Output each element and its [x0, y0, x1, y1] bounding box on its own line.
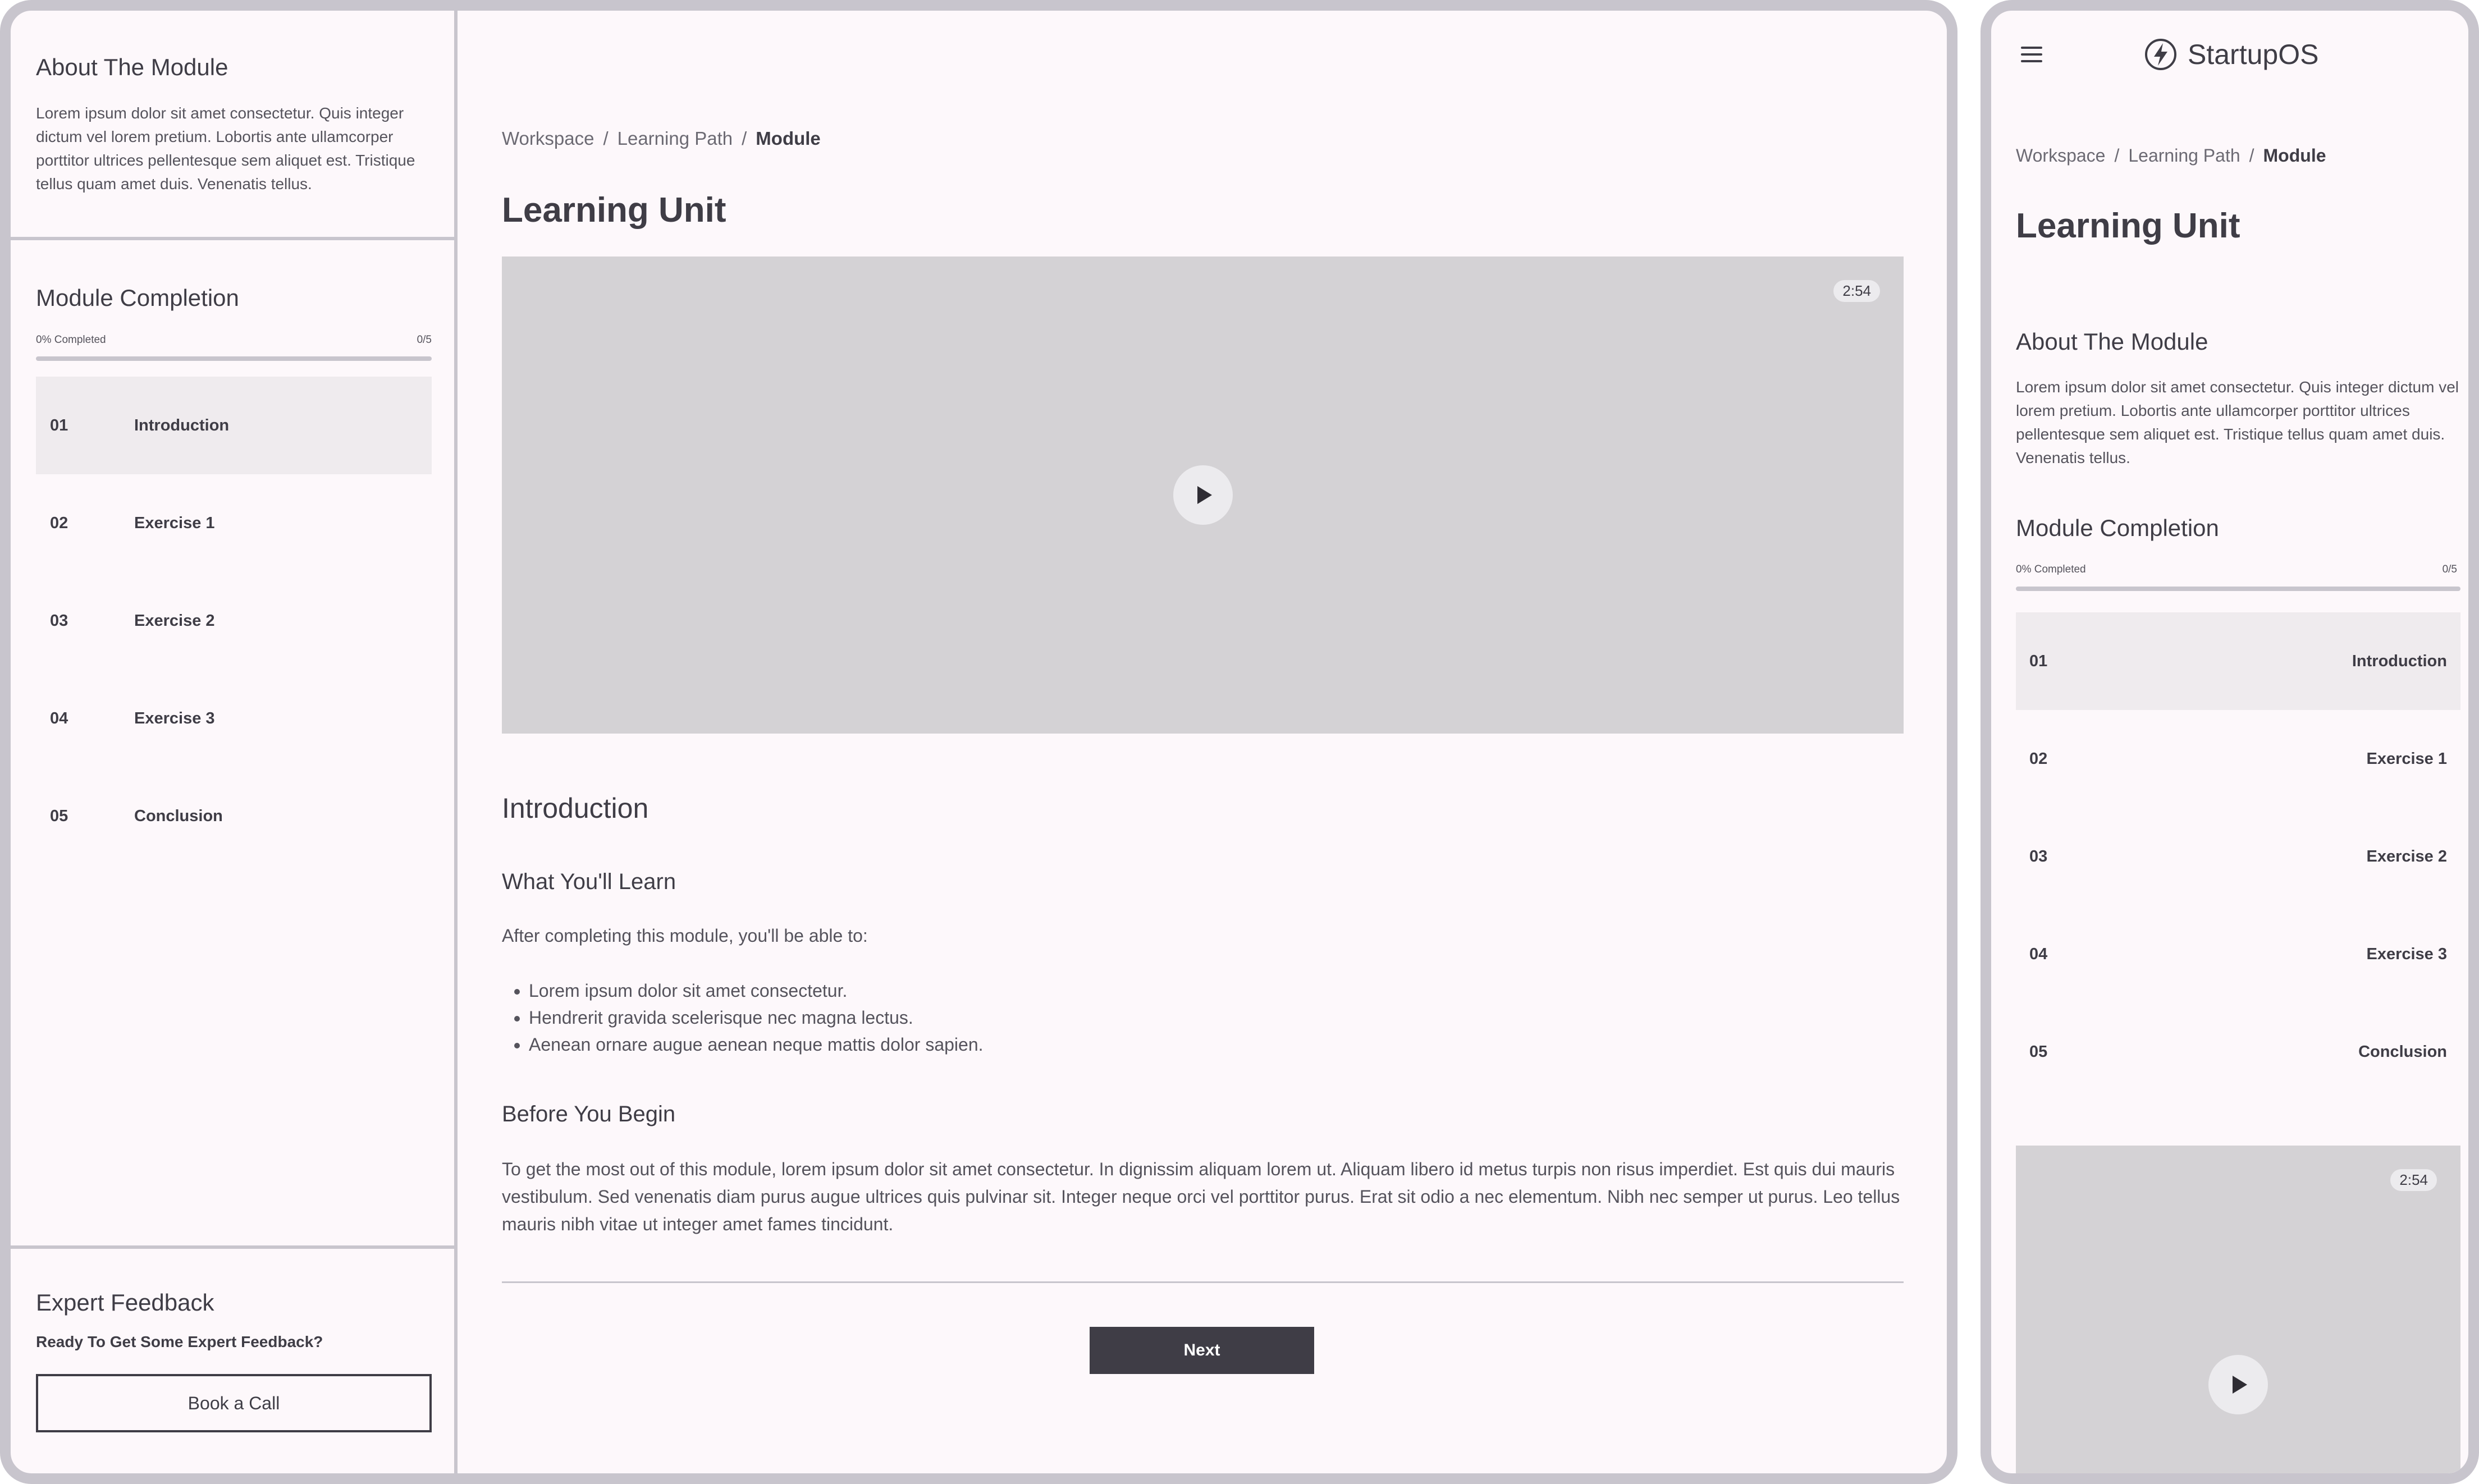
unit-number: 03 — [2029, 848, 2048, 865]
about-text: Lorem ipsum dolor sit amet consectetur. … — [2016, 378, 2459, 466]
feedback-title: Expert Feedback — [36, 1289, 214, 1316]
unit-item-exercise-3[interactable]: 04 Exercise 3 — [2016, 905, 2460, 1003]
learn-intro: After completing this module, you'll be … — [502, 926, 868, 946]
play-icon[interactable] — [1173, 465, 1233, 525]
breadcrumb-module: Module — [756, 128, 821, 149]
breadcrumb-separator: / — [742, 128, 747, 149]
play-icon[interactable] — [2208, 1355, 2268, 1414]
content-divider — [502, 1281, 1904, 1283]
unit-label: Exercise 3 — [134, 709, 215, 727]
feedback-prompt: Ready To Get Some Expert Feedback? — [36, 1333, 323, 1350]
unit-label: Exercise 1 — [2366, 750, 2447, 768]
unit-label: Introduction — [2352, 652, 2447, 670]
unit-label: Conclusion — [134, 807, 223, 825]
completion-count-label: 0/5 — [417, 334, 432, 346]
unit-item-exercise-2[interactable]: 03 Exercise 2 — [2016, 808, 2460, 905]
unit-number: 02 — [50, 514, 68, 532]
breadcrumb-separator: / — [603, 128, 609, 149]
about-text: Lorem ipsum dolor sit amet consectetur. … — [36, 104, 415, 193]
video-duration-badge: 2:54 — [1833, 280, 1880, 302]
page-title: Learning Unit — [502, 191, 726, 230]
completion-title: Module Completion — [2016, 515, 2219, 541]
unit-item-exercise-1[interactable]: 02 Exercise 1 — [2016, 710, 2460, 808]
brand-logo[interactable]: StartupOS — [2144, 36, 2318, 72]
unit-number: 04 — [50, 709, 68, 727]
unit-item-exercise-2[interactable]: 03 Exercise 2 — [36, 572, 432, 670]
list-item: Aenean ornare augue aenean neque mattis … — [529, 1031, 984, 1058]
unit-label: Exercise 3 — [2366, 945, 2447, 963]
breadcrumb-workspace[interactable]: Workspace — [2016, 145, 2105, 166]
book-call-button[interactable]: Book a Call — [36, 1374, 432, 1432]
unit-number: 03 — [50, 612, 68, 630]
breadcrumb-separator: / — [2249, 145, 2254, 166]
completion-progress-bar — [2016, 587, 2460, 591]
breadcrumb-learning-path[interactable]: Learning Path — [618, 128, 733, 149]
about-title: About The Module — [36, 54, 228, 80]
breadcrumb: Workspace / Learning Path / Module — [2016, 145, 2326, 166]
unit-label: Introduction — [134, 416, 230, 434]
unit-label: Exercise 2 — [134, 612, 215, 630]
unit-number: 01 — [50, 416, 68, 434]
unit-number: 05 — [2029, 1043, 2048, 1061]
sidebar: About The Module Lorem ipsum dolor sit a… — [11, 11, 458, 1473]
unit-item-exercise-3[interactable]: 04 Exercise 3 — [36, 670, 432, 767]
completion-count-label: 0/5 — [2442, 564, 2457, 575]
unit-item-conclusion[interactable]: 05 Conclusion — [2016, 1003, 2460, 1101]
unit-number: 04 — [2029, 945, 2048, 963]
unit-number: 01 — [2029, 652, 2048, 670]
completion-progress-bar — [36, 356, 432, 361]
about-module-section: About The Module Lorem ipsum dolor sit a… — [11, 11, 454, 240]
before-text: To get the most out of this module, lore… — [502, 1159, 1900, 1234]
desktop-frame: About The Module Lorem ipsum dolor sit a… — [0, 0, 1957, 1484]
about-title: About The Module — [2016, 328, 2208, 355]
learn-title: What You'll Learn — [502, 869, 676, 894]
before-title: Before You Begin — [502, 1102, 676, 1126]
unit-number: 05 — [50, 807, 68, 825]
page-title: Learning Unit — [2016, 207, 2240, 245]
section-title: Introduction — [502, 793, 649, 824]
completion-title: Module Completion — [36, 285, 239, 311]
breadcrumb-separator: / — [2114, 145, 2120, 166]
unit-item-introduction[interactable]: 01 Introduction — [36, 377, 432, 474]
unit-label: Exercise 1 — [134, 514, 215, 532]
mobile-frame: StartupOS Workspace / Learning Path / Module… — [1981, 0, 2479, 1484]
brand-name: StartupOS — [2188, 39, 2319, 70]
menu-icon[interactable] — [2021, 47, 2042, 63]
unit-item-conclusion[interactable]: 05 Conclusion — [36, 767, 432, 865]
unit-item-introduction[interactable]: 01 Introduction — [2016, 612, 2460, 710]
lightning-icon — [2145, 39, 2176, 70]
breadcrumb-module: Module — [2263, 145, 2326, 166]
video-player[interactable]: 2:54 — [2016, 1146, 2460, 1473]
completion-percent-label: 0% Completed — [2016, 564, 2086, 575]
unit-number: 02 — [2029, 750, 2048, 768]
next-button[interactable]: Next — [1090, 1327, 1314, 1374]
learn-points-list: Lorem ipsum dolor sit amet consectetur. … — [529, 977, 984, 1058]
list-item: Lorem ipsum dolor sit amet consectetur. — [529, 977, 984, 1004]
video-player[interactable]: 2:54 — [502, 257, 1904, 734]
breadcrumb-learning-path[interactable]: Learning Path — [2128, 145, 2240, 166]
expert-feedback-section: Expert Feedback Ready To Get Some Expert… — [11, 1245, 454, 1473]
unit-item-exercise-1[interactable]: 02 Exercise 1 — [36, 474, 432, 572]
unit-label: Exercise 2 — [2366, 848, 2447, 865]
breadcrumb: Workspace / Learning Path / Module — [502, 128, 821, 149]
video-duration-badge: 2:54 — [2390, 1169, 2437, 1191]
breadcrumb-workspace[interactable]: Workspace — [502, 128, 594, 149]
completion-percent-label: 0% Completed — [36, 334, 106, 346]
unit-label: Conclusion — [2358, 1043, 2447, 1061]
list-item: Hendrerit gravida scelerisque nec magna … — [529, 1004, 984, 1031]
